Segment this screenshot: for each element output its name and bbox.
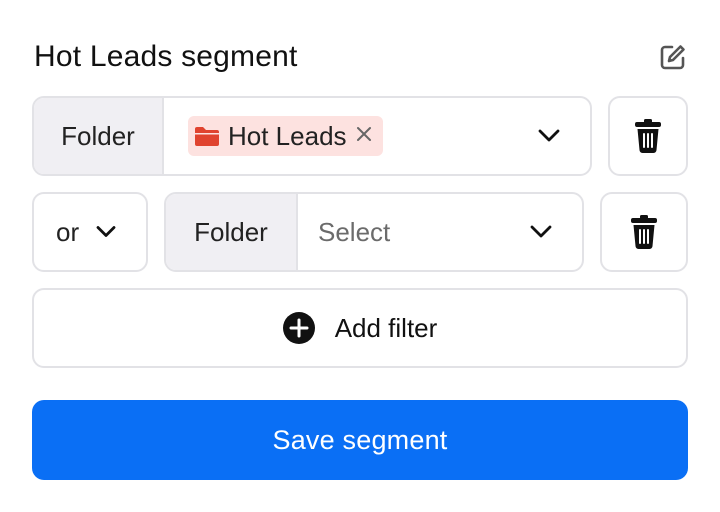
trash-icon [631,215,657,249]
trash-icon [635,119,661,153]
add-filter-label: Add filter [334,312,438,343]
dropdown-toggle[interactable] [530,225,552,239]
remove-chip-button[interactable] [355,124,373,148]
segment-title: Hot Leads segment [34,40,298,73]
folder-select-placeholder: Select [318,216,391,247]
chevron-down-icon [530,225,552,238]
segment-header: Hot Leads segment [34,38,688,78]
filter-row-2[interactable]: Folder Select [164,192,584,272]
connector-label: or [56,216,80,247]
dropdown-toggle[interactable] [538,129,560,143]
filter-field-label: Folder [166,194,298,270]
folder-icon [195,127,219,146]
chevron-down-icon [96,226,116,237]
connector-select[interactable]: or [32,192,148,272]
edit-segment-button[interactable] [658,42,688,72]
close-icon [356,127,371,141]
filter-row-1[interactable]: Folder Hot Leads [32,96,592,176]
edit-icon [660,45,685,70]
chip-label: Hot Leads [228,120,347,151]
connector-toggle [96,226,116,239]
save-segment-label: Save segment [272,424,448,455]
add-filter-button[interactable]: Add filter [32,288,688,368]
selected-folder-chip: Hot Leads [188,116,383,156]
delete-filter-2-button[interactable] [600,192,688,272]
filter-field-label: Folder [34,98,164,174]
plus-circle-icon [282,312,315,344]
chevron-down-icon [538,129,560,142]
delete-filter-1-button[interactable] [608,96,688,176]
save-segment-button[interactable]: Save segment [32,400,688,480]
